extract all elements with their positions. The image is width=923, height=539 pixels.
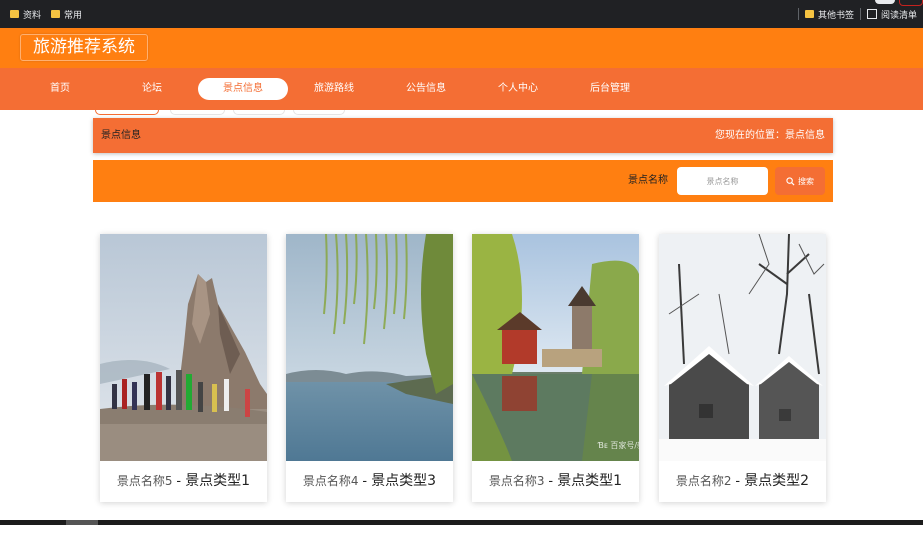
breadcrumb-bar: 景点信息 您现在的位置：景点信息 (93, 118, 833, 153)
folder-icon (804, 10, 814, 18)
reader-icon (866, 9, 877, 19)
bookmark-label: 资料 (23, 10, 42, 21)
bookmark-other[interactable]: 其他书签 (804, 8, 854, 21)
attraction-card[interactable]: 景点名称5 - 景点类型1 (100, 234, 267, 502)
divider (859, 8, 861, 20)
attraction-image[interactable] (659, 234, 826, 461)
nav-item-profile[interactable]: 个人中心 (488, 78, 548, 100)
attraction-type: 景点类型2 (744, 473, 810, 489)
folder-icon (10, 10, 19, 18)
site-header: 旅游推荐系统 (0, 28, 923, 68)
attraction-name: 景点名称3 (488, 474, 545, 488)
taskbar (0, 520, 923, 525)
section-title: 景点信息 (101, 130, 141, 141)
attraction-image[interactable] (100, 234, 267, 461)
attraction-type: 景点类型1 (185, 473, 251, 489)
attraction-image[interactable] (286, 234, 453, 461)
attraction-card[interactable]: 景点名称2 - 景点类型2 (659, 234, 826, 502)
attraction-caption[interactable]: 景点名称4 - 景点类型3 (286, 461, 453, 502)
attraction-name: 景点名称5 (116, 474, 173, 488)
bookmarks-bar: 资料 常用 其他书签 阅读清单 (0, 0, 923, 28)
attraction-name: 景点名称2 (675, 474, 732, 488)
breadcrumb: 您现在的位置：景点信息 (715, 130, 825, 141)
attraction-card[interactable]: 景点名称4 - 景点类型3 (286, 234, 453, 502)
hidden-button (95, 110, 159, 115)
hidden-button (170, 110, 225, 115)
attraction-card[interactable]: Ɓᴇ 百家号/新 景点名称3 - 景点类型1 (472, 234, 639, 502)
bookmark-label: 常用 (64, 10, 83, 21)
search-button-label: 搜索 (798, 176, 814, 186)
nav-item-notices[interactable]: 公告信息 (396, 78, 456, 100)
attraction-caption[interactable]: 景点名称5 - 景点类型1 (100, 461, 267, 502)
bookmark-folder[interactable]: 资料 (10, 8, 41, 21)
main-nav: 首页 论坛 景点信息 旅游路线 公告信息 个人中心 后台管理 (0, 68, 923, 110)
hidden-button (233, 110, 285, 115)
search-button[interactable]: 搜索 (775, 167, 825, 195)
bookmark-label: 其他书签 (817, 10, 854, 21)
image-watermark: Ɓᴇ 百家号/新 (597, 440, 639, 450)
taskbar-item[interactable] (66, 520, 98, 525)
nav-item-home[interactable]: 首页 (30, 78, 90, 100)
nav-item-admin[interactable]: 后台管理 (580, 78, 640, 100)
attraction-caption[interactable]: 景点名称3 - 景点类型1 (472, 461, 639, 502)
attraction-caption[interactable]: 景点名称2 - 景点类型2 (659, 461, 826, 502)
attraction-image[interactable]: Ɓᴇ 百家号/新 (472, 234, 639, 461)
search-icon (786, 176, 795, 186)
attraction-name: 景点名称4 (302, 474, 359, 488)
nav-item-routes[interactable]: 旅游路线 (304, 78, 364, 100)
folder-icon (51, 10, 61, 18)
reading-list[interactable]: 阅读清单 (866, 8, 917, 21)
divider (797, 8, 799, 20)
site-logo[interactable]: 旅游推荐系统 (20, 34, 148, 61)
search-input[interactable] (677, 167, 768, 195)
nav-item-attractions[interactable]: 景点信息 (198, 78, 288, 100)
bookmark-folder[interactable]: 常用 (51, 8, 82, 21)
bookmark-label: 阅读清单 (880, 10, 917, 21)
hidden-button (293, 110, 345, 115)
search-label: 景点名称 (628, 175, 668, 186)
search-bar: 景点名称 搜索 (93, 160, 833, 202)
attraction-type: 景点类型1 (557, 473, 623, 489)
nav-item-forum[interactable]: 论坛 (122, 78, 182, 100)
attraction-type: 景点类型3 (371, 473, 437, 489)
